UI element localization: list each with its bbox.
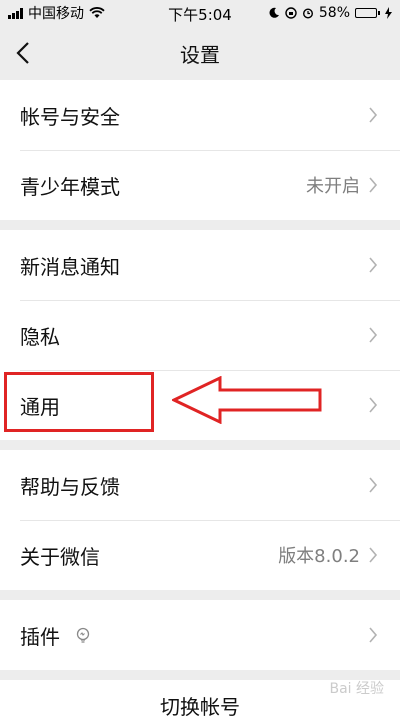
status-bar: 中国移动 下午5:04 58%	[0, 0, 400, 26]
settings-row[interactable]: 青少年模式 未开启	[0, 150, 400, 220]
settings-row[interactable]: 新消息通知	[0, 230, 400, 300]
status-right: 58%	[268, 5, 392, 21]
chevron-right-icon	[369, 627, 378, 643]
settings-row-label: 新消息通知	[20, 254, 120, 279]
page-title: 设置	[180, 42, 220, 67]
wifi-icon	[89, 7, 105, 18]
settings-row-label: 插件	[20, 624, 60, 649]
chevron-right-icon	[369, 177, 378, 193]
settings-row[interactable]: 帮助与反馈	[0, 450, 400, 520]
battery-percent: 58%	[318, 5, 350, 21]
alarm-icon	[302, 8, 313, 19]
settings-row-label: 青少年模式	[20, 174, 120, 199]
settings-row-value: 未开启	[306, 176, 360, 197]
back-button[interactable]	[16, 38, 40, 68]
settings-row-label: 帮助与反馈	[20, 474, 120, 499]
chevron-right-icon	[369, 547, 378, 563]
chevron-right-icon	[369, 107, 378, 123]
settings-row[interactable]: 插件	[0, 600, 400, 670]
settings-row[interactable]: 关于微信 版本8.0.2	[0, 520, 400, 590]
highlight-box	[4, 372, 154, 432]
battery-icon	[355, 8, 380, 18]
chevron-right-icon	[369, 397, 378, 413]
settings-group: 帮助与反馈关于微信 版本8.0.2	[0, 450, 400, 590]
watermark: Bai 经验	[329, 681, 384, 697]
plugin-bulb-icon	[76, 627, 90, 643]
settings-row-label: 隐私	[20, 324, 60, 349]
status-left: 中国移动	[8, 3, 105, 23]
moon-icon	[269, 7, 279, 18]
chevron-right-icon	[369, 327, 378, 343]
chevron-right-icon	[369, 477, 378, 493]
chevron-left-icon	[16, 42, 29, 64]
settings-row[interactable]: 隐私	[0, 300, 400, 370]
signal-icon	[8, 7, 23, 19]
carrier-label: 中国移动	[28, 6, 84, 22]
settings-row[interactable]: 帐号与安全	[0, 80, 400, 150]
settings-row-value: 版本8.0.2	[278, 546, 360, 567]
settings-group: 插件	[0, 600, 400, 670]
settings-row-label: 帐号与安全	[20, 104, 120, 129]
charging-icon	[385, 7, 392, 19]
switch-account-label: 切换帐号	[160, 695, 240, 719]
arrow-left-icon	[172, 376, 322, 424]
settings-group: 帐号与安全青少年模式 未开启	[0, 80, 400, 220]
chevron-right-icon	[369, 257, 378, 273]
nav-bar: 设置	[0, 26, 400, 80]
orientation-lock-icon	[285, 7, 297, 19]
settings-row-label: 关于微信	[20, 544, 100, 569]
